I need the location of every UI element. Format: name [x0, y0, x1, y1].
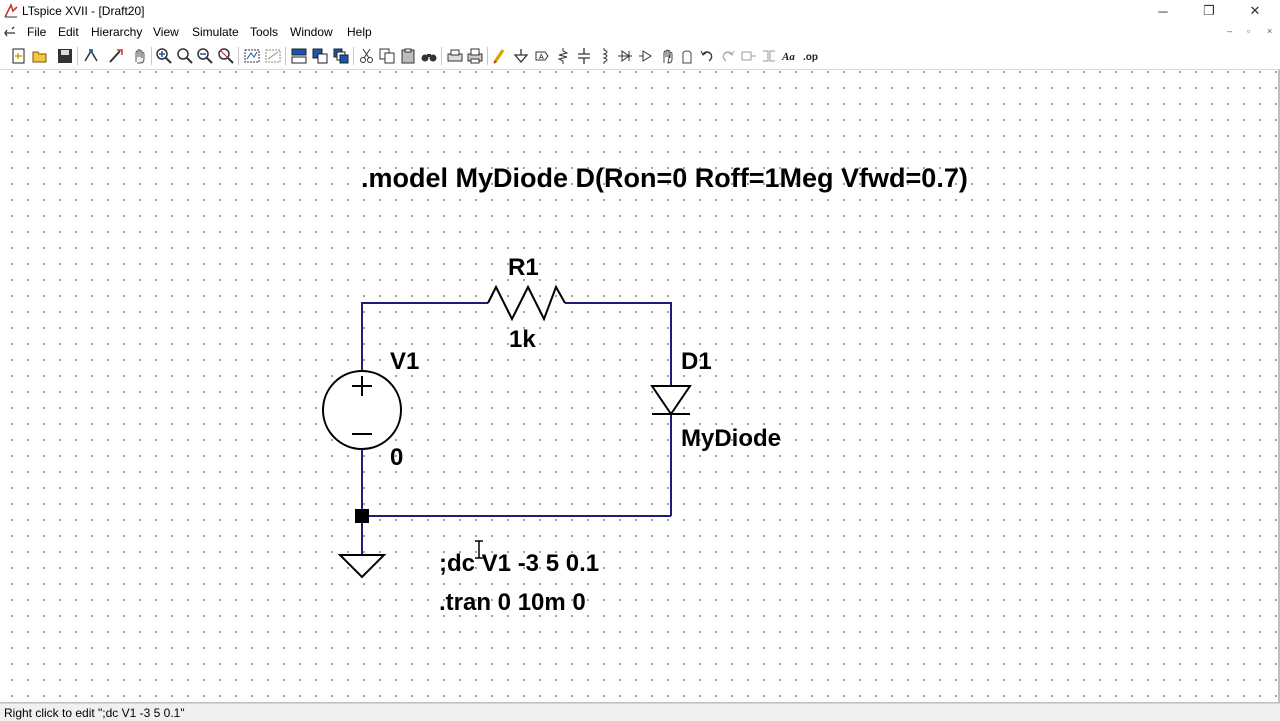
status-message: Right click to edit ";dc V1 -3 5 0.1"	[4, 706, 185, 720]
r1-name-label[interactable]: R1	[508, 254, 539, 282]
wire-top-right	[565, 302, 672, 386]
r1-symbol	[487, 284, 566, 322]
d1-symbol	[650, 385, 692, 416]
v1-name-label[interactable]: V1	[390, 348, 419, 376]
status-bar: Right click to edit ";dc V1 -3 5 0.1"	[0, 703, 1280, 721]
model-directive[interactable]: .model MyDiode D(Ron=0 Roff=1Meg Vfwd=0.…	[361, 163, 968, 194]
r1-value-label[interactable]: 1k	[509, 326, 536, 354]
wire-top-left	[361, 302, 488, 371]
ground-symbol	[337, 554, 387, 579]
d1-model-label[interactable]: MyDiode	[681, 425, 781, 453]
junction-dot	[355, 509, 369, 523]
d1-name-label[interactable]: D1	[681, 348, 712, 376]
dc-directive-comment[interactable]: ;dc V1 -3 5 0.1	[439, 550, 599, 578]
tran-directive[interactable]: .tran 0 10m 0	[439, 589, 586, 617]
schematic-drawing	[322, 284, 692, 579]
v1-value-label[interactable]: 0	[390, 444, 403, 472]
